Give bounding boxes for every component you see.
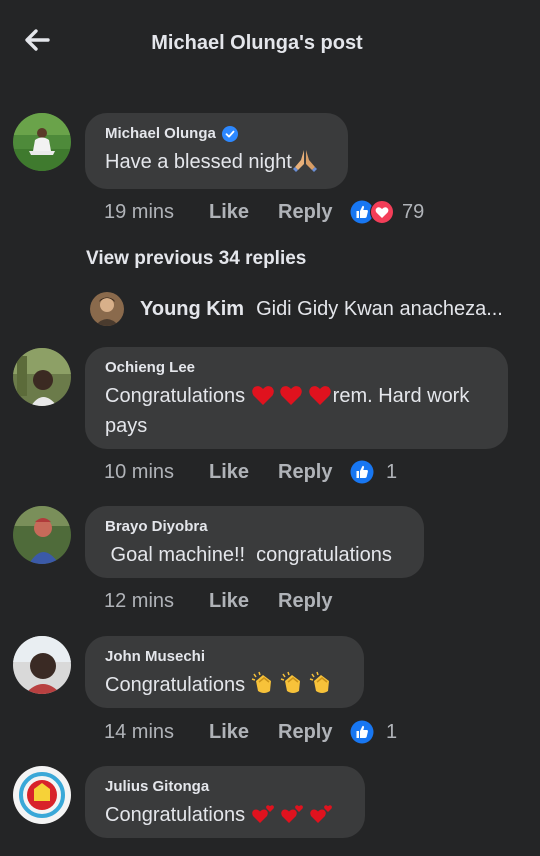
like-button[interactable]: Like [209,461,278,484]
red-heart-emoji-icon [308,386,331,405]
timestamp[interactable]: 10 mins [104,461,209,484]
view-previous-replies-link[interactable]: View previous 34 replies [86,248,306,270]
comment-text: Goal machine!! congratulations [105,544,392,566]
comment-actions: 12 mins Like Reply [104,590,350,613]
comment-text: Congratulations [105,670,344,700]
avatar[interactable] [13,113,71,171]
timestamp[interactable]: 12 mins [104,590,209,613]
verified-badge-icon [221,125,238,142]
reaction-count: 1 [386,460,398,483]
clapping-hands-emoji-icon [280,671,300,693]
reply-author[interactable]: Young Kim [140,298,244,321]
like-button[interactable]: Like [209,590,278,613]
comment-actions: 14 mins Like Reply 1 [104,720,397,744]
comment-bubble[interactable]: John Musechi Congratulations [85,636,364,708]
reply-button[interactable]: Reply [278,590,350,613]
reply-text: Gidi Gidy Kwan anacheza... [256,297,503,320]
comment-text: Congratulations [105,800,345,830]
like-reaction-icon [350,460,374,484]
comment-author[interactable]: John Musechi [105,648,344,665]
avatar[interactable] [13,506,71,564]
like-button[interactable]: Like [209,201,278,224]
comment-text: Have a blessed night [105,147,328,177]
reactions-summary[interactable]: 1 [350,720,397,744]
two-hearts-emoji-icon [280,805,303,823]
comment-author[interactable]: Brayo Diyobra [105,518,404,535]
comment-author[interactable]: Julius Gitonga [105,778,345,795]
avatar[interactable] [13,766,71,824]
comment-bubble[interactable]: Ochieng Lee Congratulations rem. Hard wo… [85,347,508,449]
clapping-hands-emoji-icon [251,671,271,693]
timestamp[interactable]: 14 mins [104,721,209,744]
avatar[interactable] [13,636,71,694]
comment-text: Congratulations rem. Hard work pays [105,385,470,437]
reactions-summary[interactable]: 1 [350,460,397,484]
page-title: Michael Olunga's post [151,32,363,54]
reply-button[interactable]: Reply [278,721,350,744]
reply-button[interactable]: Reply [278,461,350,484]
comment-bubble[interactable]: Brayo Diyobra Goal machine!! congratulat… [85,506,424,578]
reaction-count: 79 [402,200,425,223]
red-heart-emoji-icon [251,386,274,405]
like-reaction-icon [350,720,374,744]
comment-author[interactable]: Ochieng Lee [105,359,488,376]
comment-author[interactable]: Michael Olunga [105,125,328,142]
folded-hands-emoji-icon [292,150,317,172]
clapping-hands-emoji-icon [309,671,329,693]
red-heart-emoji-icon [279,386,302,405]
comment-actions: 19 mins Like Reply 79 [104,200,424,224]
two-hearts-emoji-icon [251,805,274,823]
avatar[interactable] [13,348,71,406]
timestamp[interactable]: 19 mins [104,201,209,224]
comment-actions: 10 mins Like Reply 1 [104,460,397,484]
reply-button[interactable]: Reply [278,201,350,224]
love-reaction-icon [370,200,394,224]
like-button[interactable]: Like [209,721,278,744]
reply-preview[interactable]: Young Kim Gidi Gidy Kwan anacheza... [90,292,503,326]
club-crest-icon [13,766,71,824]
reactions-summary[interactable]: 79 [350,200,424,224]
two-hearts-emoji-icon [309,805,332,823]
top-bar: Michael Olunga's post [0,0,540,86]
reaction-count: 1 [386,720,398,743]
comment-bubble[interactable]: Julius Gitonga Congratulations [85,766,365,838]
comment-bubble[interactable]: Michael Olunga Have a blessed night [85,113,348,189]
avatar[interactable] [90,292,124,326]
